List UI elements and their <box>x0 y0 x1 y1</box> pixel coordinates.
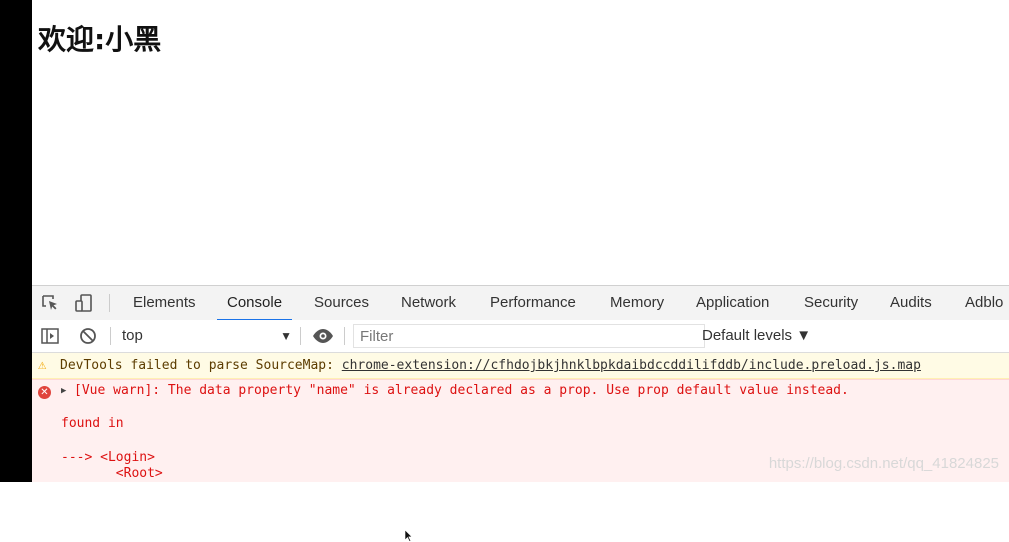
toolbar-separator <box>300 327 301 345</box>
context-selector-value: top <box>122 327 143 344</box>
toolbar-separator <box>344 327 345 345</box>
clear-console-icon[interactable] <box>78 326 98 346</box>
tab-console[interactable]: Console <box>216 286 293 321</box>
tab-application[interactable]: Application <box>696 286 769 320</box>
welcome-heading: 欢迎:小黑 <box>38 23 162 56</box>
tabbar-separator <box>109 294 110 312</box>
device-toolbar-icon[interactable] <box>74 293 94 313</box>
show-sidebar-icon[interactable] <box>40 326 60 346</box>
console-toolbar: top ▼ Default levels ▼ <box>32 320 1009 353</box>
default-levels-dropdown[interactable]: Default levels ▼ <box>702 324 811 348</box>
component-trace-login: ---> <Login> <box>61 450 155 465</box>
tab-audits[interactable]: Audits <box>890 286 932 320</box>
error-circle-icon: ✕ <box>38 386 51 399</box>
watermark: https://blog.csdn.net/qq_41824825 <box>768 455 999 472</box>
warning-prefix: DevTools failed to parse SourceMap: <box>60 358 342 373</box>
filter-input[interactable] <box>353 324 705 348</box>
tab-sources[interactable]: Sources <box>314 286 369 320</box>
component-trace-root: <Root> <box>61 466 163 481</box>
warning-triangle-icon: ⚠ <box>38 357 47 373</box>
devtools-tabbar: Elements Console Sources Network Perform… <box>32 285 1009 321</box>
inspect-element-icon[interactable] <box>40 293 60 313</box>
dropdown-arrow-icon: ▼ <box>280 329 292 343</box>
toolbar-separator <box>110 327 111 345</box>
mouse-cursor-icon <box>405 530 413 542</box>
tab-security[interactable]: Security <box>804 286 858 320</box>
sourcemap-link[interactable]: chrome-extension://cfhdojbkjhnklbpkdaibd… <box>342 358 921 373</box>
page-area: 欢迎:小黑 <box>32 0 1009 285</box>
devtools-panel: Elements Console Sources Network Perform… <box>32 285 1009 542</box>
context-selector[interactable]: top ▼ <box>122 324 292 348</box>
tab-memory[interactable]: Memory <box>610 286 664 320</box>
tab-adblock[interactable]: Adblo <box>965 286 1003 320</box>
console-warning-row: ⚠ DevTools failed to parse SourceMap: ch… <box>32 353 1009 379</box>
expand-arrow-icon[interactable]: ▶ <box>61 386 66 396</box>
tab-elements[interactable]: Elements <box>133 286 196 320</box>
tab-performance[interactable]: Performance <box>490 286 576 320</box>
warning-message: DevTools failed to parse SourceMap: chro… <box>60 353 921 378</box>
tab-network[interactable]: Network <box>401 286 456 320</box>
error-found-in: found in <box>61 416 124 431</box>
error-message: [Vue warn]: The data property "name" is … <box>74 383 849 398</box>
left-black-bar <box>0 0 32 482</box>
live-expression-eye-icon[interactable] <box>312 326 333 346</box>
